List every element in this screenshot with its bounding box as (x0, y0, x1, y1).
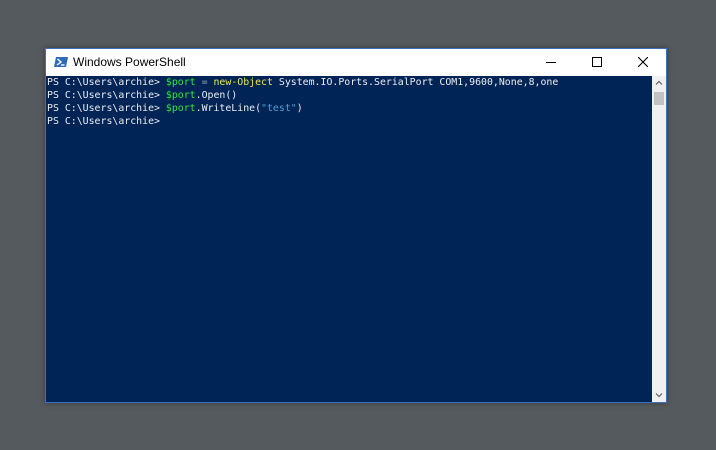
console-area[interactable]: PS C:\Users\archie> $port = new-Object S… (46, 76, 652, 402)
paren-text: ) (296, 103, 303, 114)
console-line: PS C:\Users\archie> $port.WriteLine("tes… (47, 102, 303, 115)
chevron-down-icon (655, 393, 663, 398)
vertical-scrollbar[interactable] (652, 76, 666, 402)
prompt-text: PS C:\Users\archie> (47, 90, 166, 101)
variable-token: $port (165, 90, 196, 101)
scroll-down-button[interactable] (652, 388, 666, 402)
console-line: PS C:\Users\archie> (47, 115, 160, 128)
powershell-icon (54, 55, 68, 69)
maximize-icon (592, 57, 602, 67)
prompt-text: PS C:\Users\archie> (47, 116, 160, 127)
prompt-text: PS C:\Users\archie> (47, 77, 166, 88)
operator-token: = (195, 77, 214, 88)
minimize-button[interactable] (528, 49, 574, 76)
string-token: "test" (261, 103, 297, 114)
powershell-window[interactable]: Windows PowerShell PS C:\Users\archie> $… (45, 48, 667, 403)
command-token: new-Object (213, 77, 273, 88)
close-icon (638, 57, 648, 67)
close-button[interactable] (620, 49, 666, 76)
window-title: Windows PowerShell (73, 55, 186, 69)
argument-text: System.IO.Ports.SerialPort COM1,9600,Non… (272, 77, 559, 88)
console-line: PS C:\Users\archie> $port = new-Object S… (47, 76, 558, 89)
variable-token: $port (165, 103, 196, 114)
scrollbar-thumb[interactable] (654, 92, 664, 105)
maximize-button[interactable] (574, 49, 620, 76)
minimize-icon (546, 62, 556, 63)
method-text: .WriteLine( (195, 103, 262, 114)
scroll-up-button[interactable] (652, 76, 666, 90)
console-line: PS C:\Users\archie> $port.Open() (47, 89, 237, 102)
chevron-up-icon (655, 80, 663, 85)
variable-token: $port (165, 77, 196, 88)
method-text: .Open() (195, 90, 238, 101)
title-bar[interactable]: Windows PowerShell (46, 49, 666, 76)
prompt-text: PS C:\Users\archie> (47, 103, 166, 114)
